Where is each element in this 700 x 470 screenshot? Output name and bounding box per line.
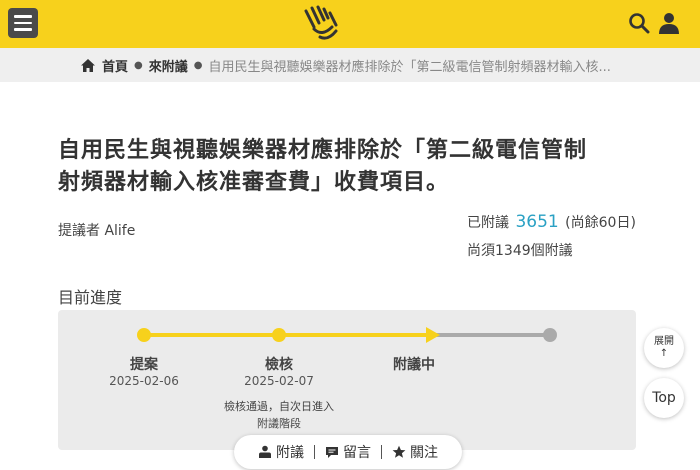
signed-label: 已附議 xyxy=(467,215,509,231)
action-bar: 附議 留言 關注 xyxy=(234,435,462,469)
comment-icon xyxy=(326,447,338,458)
step-note-line-1: 檢核通過，自次日進入 xyxy=(224,400,334,413)
step-note-line-2: 附議階段 xyxy=(257,417,301,430)
second-icon xyxy=(259,445,271,458)
hamburger-menu-icon[interactable] xyxy=(8,8,38,38)
step-name-signing: 附議中 xyxy=(393,357,435,373)
remaining-signatures: 尚須1349個附議 xyxy=(467,243,573,259)
back-to-top-button[interactable]: Top xyxy=(644,378,684,418)
second-button[interactable]: 附議 xyxy=(254,442,308,462)
proposer: 提議者 Alife xyxy=(58,223,136,239)
expand-button[interactable]: 展開 ↑ xyxy=(644,328,684,368)
page-title: 自用民生與視聽娛樂器材應排除於「第二級電信管制 射頻器材輸入核准審查費」收費項目… xyxy=(58,135,638,199)
home-icon xyxy=(81,58,95,72)
progress-track-done xyxy=(144,333,434,337)
breadcrumb-section[interactable]: 來附議 xyxy=(149,56,188,75)
breadcrumb-home[interactable]: 首頁 xyxy=(102,56,128,75)
step-name-review: 檢核 xyxy=(265,357,293,373)
hands-logo-icon[interactable] xyxy=(300,3,342,45)
progress-track-pending xyxy=(434,333,550,337)
signature-stats: 已附議 3651 (尚餘60日) 尚須1349個附議 xyxy=(467,208,636,265)
step-dot-proposal xyxy=(137,328,151,342)
step-date-proposal: 2025-02-06 xyxy=(109,374,179,388)
progress-tracker: 提案 2025-02-06 檢核 2025-02-07 檢核通過，自次日進入 附… xyxy=(58,310,636,450)
step-date-review: 2025-02-07 xyxy=(244,374,314,388)
breadcrumb-separator: ● xyxy=(193,59,203,71)
step-name-proposal: 提案 xyxy=(130,357,158,373)
arrow-up-icon: ↑ xyxy=(659,348,669,359)
follow-button[interactable]: 關注 xyxy=(388,442,442,462)
action-divider xyxy=(314,445,315,459)
top-bar xyxy=(0,0,700,48)
follow-label: 關注 xyxy=(410,445,438,461)
top-label: Top xyxy=(652,390,676,406)
second-label: 附議 xyxy=(276,445,304,461)
step-note-review: 檢核通過，自次日進入 附議階段 xyxy=(209,398,349,432)
breadcrumb: 首頁 ● 來附議 ● 自用民生與視聽娛樂器材應排除於「第二級電信管制射頻器材輸入… xyxy=(0,48,700,82)
progress-label: 目前進度 xyxy=(58,288,123,307)
breadcrumb-current: 自用民生與視聽娛樂器材應排除於「第二級電信管制射頻器材輸入核... xyxy=(208,59,611,75)
title-line-2: 射頻器材輸入核准審查費」收費項目。 xyxy=(58,170,450,195)
breadcrumb-separator: ● xyxy=(134,59,143,71)
expand-label: 展開 xyxy=(654,336,674,347)
star-icon xyxy=(392,445,406,458)
comment-label: 留言 xyxy=(343,445,371,461)
step-dot-next xyxy=(543,328,557,342)
user-icon[interactable] xyxy=(657,11,681,35)
search-icon[interactable] xyxy=(628,12,650,34)
action-divider xyxy=(381,445,382,459)
signed-count: 3651 xyxy=(515,212,559,232)
comment-button[interactable]: 留言 xyxy=(321,442,375,462)
step-arrow-current xyxy=(426,327,440,343)
step-dot-review xyxy=(272,328,286,342)
days-left: (尚餘60日) xyxy=(565,215,636,231)
title-line-1: 自用民生與視聽娛樂器材應排除於「第二級電信管制 xyxy=(58,138,588,163)
